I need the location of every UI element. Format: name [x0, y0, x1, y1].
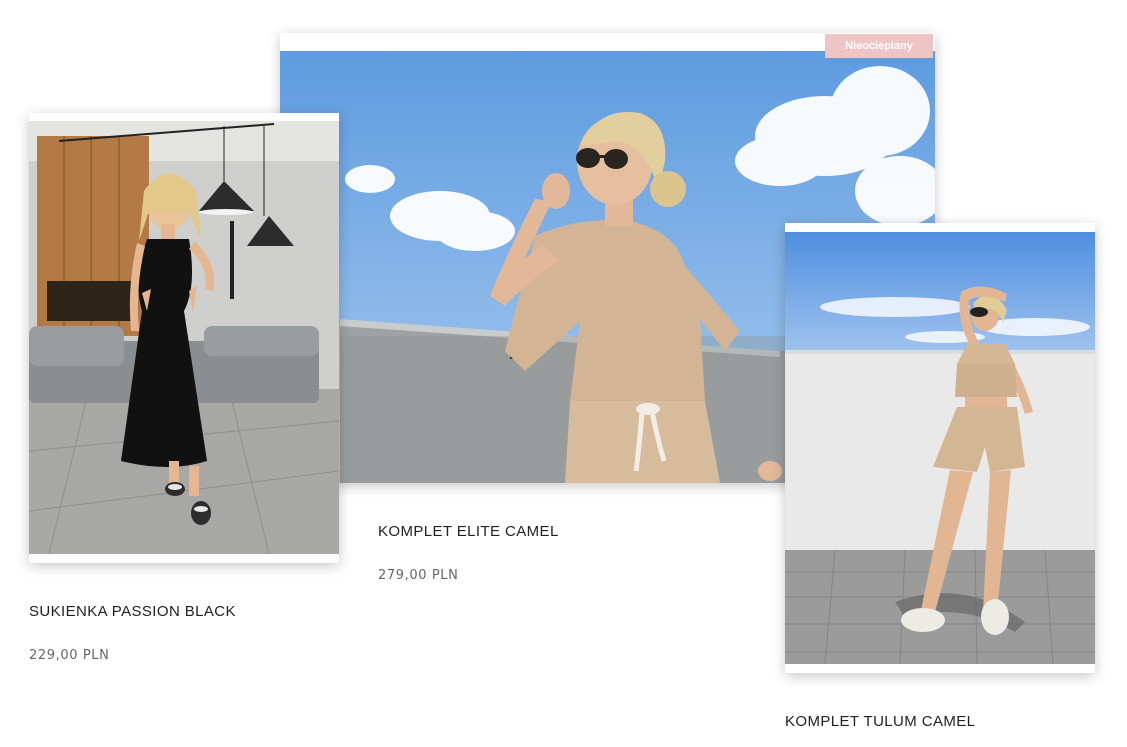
product-price: 229,00 PLN — [29, 648, 110, 663]
product-grid: Nieocieplany SUKIENKA PASSION BLACK 229,… — [0, 0, 1127, 747]
non-insulated-badge: Nieocieplany — [825, 34, 933, 58]
product-photo — [29, 121, 339, 554]
product-photo — [785, 232, 1095, 664]
product-name[interactable]: KOMPLET TULUM CAMEL — [785, 713, 975, 730]
product-name[interactable]: KOMPLET ELITE CAMEL — [378, 523, 559, 540]
product-name[interactable]: SUKIENKA PASSION BLACK — [29, 603, 236, 620]
product-price: 279,00 PLN — [378, 568, 459, 583]
product-card-image[interactable] — [29, 113, 339, 563]
product-card-image[interactable] — [785, 223, 1095, 673]
